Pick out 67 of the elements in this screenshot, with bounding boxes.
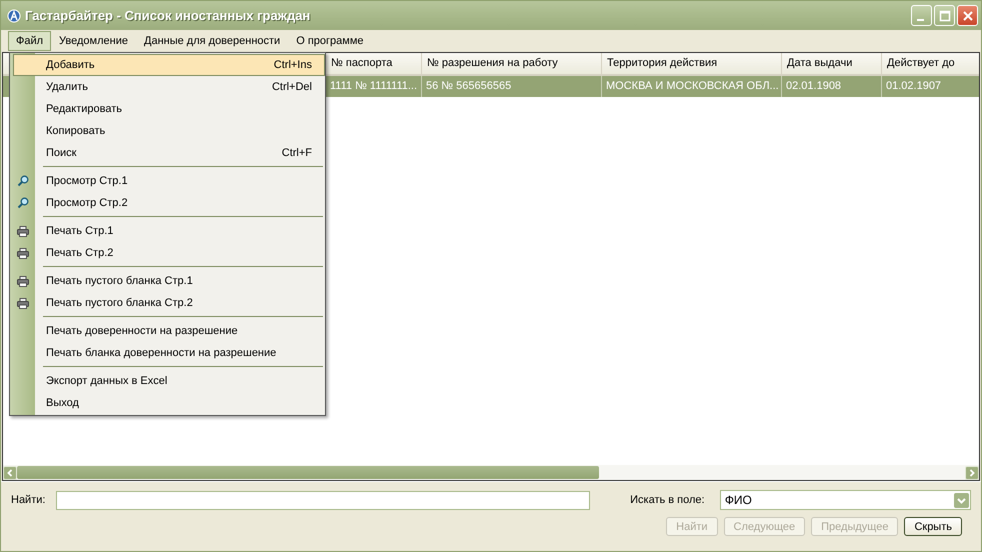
table-cell: 56 № 565656565 (426, 80, 512, 92)
menu-option[interactable]: Просмотр Стр.2 (35, 192, 325, 214)
menu-option[interactable]: Поиск Ctrl+F (35, 142, 325, 164)
menu-option[interactable]: Печать пустого бланка Стр.1 (35, 270, 325, 292)
menu-option[interactable]: Печать Стр.2 (35, 242, 325, 264)
find-label: Найти: (11, 494, 46, 506)
close-icon (962, 10, 974, 22)
window-title: Гастарбайтер - Список иностанных граждан (25, 8, 312, 23)
maximize-button[interactable] (934, 5, 955, 26)
menu-option[interactable]: Копировать (35, 120, 325, 142)
minimize-icon (916, 18, 924, 20)
printer-icon (16, 276, 28, 286)
horizontal-scrollbar[interactable] (3, 465, 979, 480)
menu-option[interactable]: Выход (35, 392, 325, 414)
menu-option-label: Печать бланка доверенности на разрешение (46, 347, 276, 359)
menu-option-label: Печать пустого бланка Стр.2 (46, 297, 193, 309)
menu-option[interactable]: Печать бланка доверенности на разрешение (35, 342, 325, 364)
menu-option-label: Удалить (46, 81, 88, 93)
menu-item[interactable]: Уведомление (51, 31, 136, 51)
menu-option-label: Добавить (46, 59, 95, 71)
menu-option[interactable]: Редактировать (35, 98, 325, 120)
menu-option-label: Поиск (46, 147, 76, 159)
menu-option-label: Просмотр Стр.1 (46, 175, 128, 187)
table-cell: 02.01.1908 (786, 80, 842, 92)
scrollbar-thumb[interactable] (17, 466, 599, 479)
app-icon (7, 8, 21, 22)
shortcut-label: Ctrl+Del (272, 81, 312, 93)
magnifier-icon (16, 175, 28, 187)
column-header[interactable]: Дата выдачи (781, 53, 881, 74)
printer-icon (16, 248, 28, 258)
menu-option[interactable]: Добавить Ctrl+Ins (13, 54, 325, 76)
menu-option-label: Печать пустого бланка Стр.1 (46, 275, 193, 287)
find-field[interactable] (56, 490, 590, 510)
menu-option-label: Печать доверенности на разрешение (46, 325, 238, 337)
close-button[interactable] (957, 5, 978, 26)
magnifier-icon (16, 197, 28, 209)
menu-option-label: Копировать (46, 125, 106, 137)
shortcut-label: Ctrl+F (282, 147, 312, 159)
menu-option-label: Выход (46, 397, 79, 409)
menu-option-label: Редактировать (46, 103, 122, 115)
menu-option[interactable]: Удалить Ctrl+Del (35, 76, 325, 98)
menu-option[interactable]: Печать доверенности на разрешение (35, 320, 325, 342)
column-header[interactable]: Территория действия (601, 53, 781, 74)
field-dropdown[interactable]: ФИО (720, 490, 971, 510)
printer-icon (16, 226, 28, 236)
column-header[interactable]: Действует до (881, 53, 981, 74)
printer-icon (16, 298, 28, 308)
table-cell: 01.02.1907 (886, 80, 942, 92)
panel-button[interactable]: Скрыть (904, 517, 962, 536)
menu-option[interactable]: Печать пустого бланка Стр.2 (35, 292, 325, 314)
menu-option[interactable]: Экспорт данных в Excel (35, 370, 325, 392)
menu-item[interactable]: Файл (8, 31, 52, 51)
menu-option-label: Просмотр Стр.2 (46, 197, 128, 209)
table-cell: МОСКВА И МОСКОВСКАЯ ОБЛ... (606, 80, 779, 92)
maximize-icon (938, 10, 950, 22)
menu-option-label: Печать Стр.1 (46, 225, 114, 237)
menu-option-label: Экспорт данных в Excel (46, 375, 168, 387)
menu-item[interactable]: Данные для доверенности (136, 31, 288, 51)
menu-option-label: Печать Стр.2 (46, 247, 114, 259)
shortcut-label: Ctrl+Ins (274, 59, 312, 71)
menu-option[interactable]: Просмотр Стр.1 (35, 170, 325, 192)
column-header[interactable]: № разрешения на работу (421, 53, 601, 74)
menu-option[interactable]: Печать Стр.1 (35, 220, 325, 242)
menu-item[interactable]: О программе (288, 31, 372, 51)
table-cell: 1111 № 1111111... (330, 80, 418, 92)
minimize-button[interactable] (911, 5, 932, 26)
search-field-label: Искать в поле: (630, 494, 706, 506)
